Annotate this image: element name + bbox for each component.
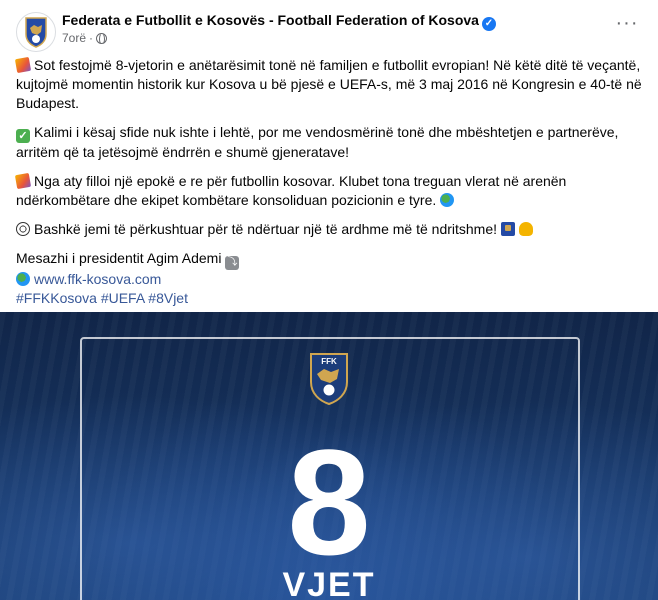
globe-with-meridians-icon	[16, 272, 30, 286]
anniversary-number: 8	[287, 418, 371, 586]
kosovo-flag-icon	[500, 222, 515, 236]
hashtags-line: #FFKKosova #UEFA #8Vjet	[16, 289, 646, 308]
paragraph-text: Nga aty filloi një epokë e re për futbol…	[16, 173, 567, 208]
soccer-ball-icon	[16, 222, 30, 236]
post-paragraph-4: Bashkë jemi të përkushtuar për të ndërtu…	[16, 220, 646, 239]
more-options-button[interactable]: ···	[612, 13, 642, 38]
president-message: Mesazhi i presidentit Agim Ademi ⤵	[16, 249, 646, 270]
post-header: Federata e Futbollit e Kosovës - Footbal…	[0, 0, 658, 52]
paragraph-text: Bashkë jemi të përkushtuar për të ndërtu…	[34, 221, 498, 237]
globe-icon[interactable]	[96, 32, 108, 45]
post-body: Sot festojmë 8-vjetorin e anëtarësimit t…	[14, 56, 646, 308]
page-name-text[interactable]: Federata e Futbollit e Kosovës - Footbal…	[62, 12, 479, 28]
post-time[interactable]: 7orë	[62, 31, 86, 45]
check-mark-icon: ✓	[16, 129, 30, 143]
paragraph-text: Kalimi i kësaj sfide nuk ishte i lehtë, …	[16, 124, 619, 160]
globe-earth-icon	[440, 193, 455, 207]
post-paragraph-2: ✓ Kalimi i kësaj sfide nuk ishte i lehtë,…	[16, 123, 646, 162]
flexed-biceps-icon	[518, 222, 533, 236]
meta-separator: ·	[89, 31, 94, 45]
ffk-crest-icon	[25, 17, 47, 48]
logo-text: FFK	[321, 357, 337, 366]
down-arrow-icon: ⤵	[225, 256, 240, 270]
page-avatar[interactable]	[16, 12, 56, 52]
post-paragraph-3: Nga aty filloi një epokë e re për futbol…	[14, 172, 646, 210]
hashtag-links[interactable]: #FFKKosova #UEFA #8Vjet	[16, 290, 188, 306]
verified-badge-icon: ✓	[481, 17, 496, 31]
post-paragraph-1: Sot festojmë 8-vjetorin e anëtarësimit t…	[14, 56, 646, 113]
paragraph-text: Sot festojmë 8-vjetorin e anëtarësimit t…	[16, 57, 642, 111]
party-popper-icon	[14, 56, 32, 74]
page-name-link[interactable]: Federata e Futbollit e Kosovës - Footbal…	[62, 12, 496, 31]
closing-text: Mesazhi i presidentit Agim Ademi	[16, 250, 222, 266]
party-popper-icon	[14, 172, 32, 190]
ffk-shield-icon: FFK	[310, 353, 348, 406]
anniversary-label: VJET	[282, 566, 376, 600]
post-meta: 7orë ·	[62, 31, 108, 45]
post-image[interactable]: FFK 8 VJET	[0, 312, 658, 600]
website-line: www.ffk-kosova.com	[16, 270, 646, 289]
website-link[interactable]: www.ffk-kosova.com	[34, 271, 161, 287]
ffk-logo: FFK	[307, 350, 351, 406]
